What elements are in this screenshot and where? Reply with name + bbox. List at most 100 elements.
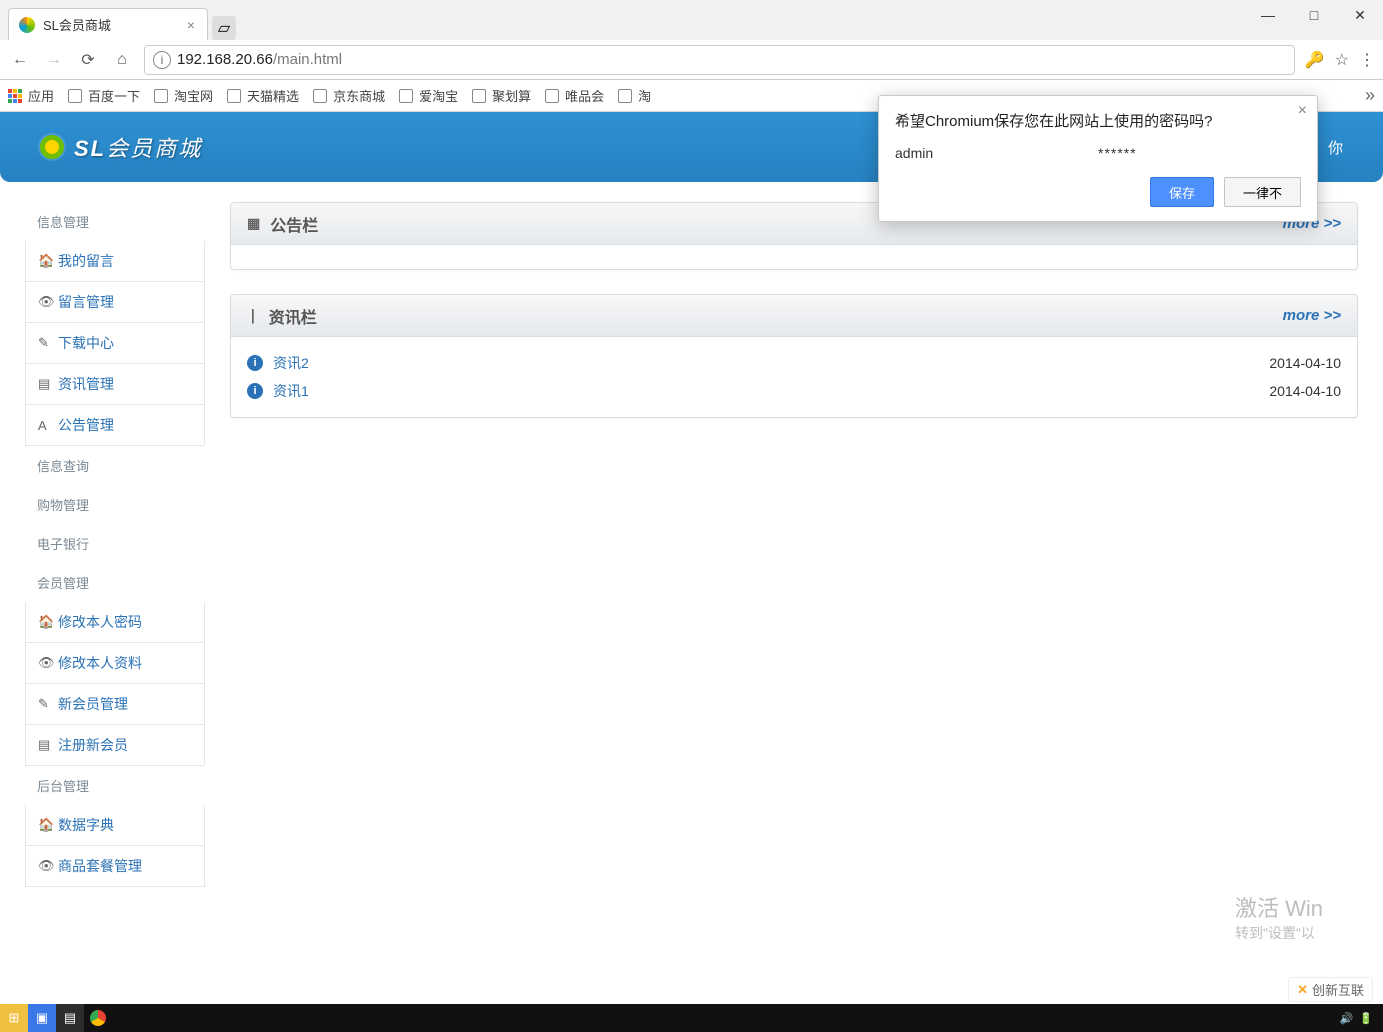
- tray-icon[interactable]: 🔊: [1340, 1012, 1354, 1025]
- sidebar-item[interactable]: ✎新会员管理: [25, 684, 205, 725]
- page-icon: [618, 89, 632, 103]
- url-host: 192.168.20.66: [177, 51, 273, 68]
- taskbar-app-icon[interactable]: ▤: [56, 1004, 84, 1032]
- logo-icon: [40, 135, 64, 159]
- page-icon: [154, 89, 168, 103]
- bookmark-item[interactable]: 百度一下: [68, 86, 140, 105]
- logo-text: SL会员商城: [74, 131, 202, 163]
- sidebar-item-icon: 👁: [38, 858, 52, 874]
- popup-close-icon[interactable]: ×: [1298, 102, 1307, 120]
- window-close-button[interactable]: ✕: [1337, 0, 1383, 30]
- tray-icon[interactable]: 🔋: [1359, 1012, 1373, 1025]
- sidebar-item[interactable]: 🏠我的留言: [25, 241, 205, 282]
- bookmark-item[interactable]: 淘: [618, 86, 651, 105]
- sidebar-item[interactable]: ▤ 注册新会员: [25, 725, 205, 766]
- bookmark-item[interactable]: 淘宝网: [154, 86, 213, 105]
- page-icon: [545, 89, 559, 103]
- save-password-button[interactable]: 保存: [1150, 177, 1214, 207]
- sidebar-group-title: 购物管理: [25, 485, 205, 524]
- sidebar-item-label: 注册新会员: [58, 735, 128, 755]
- bookmark-star-icon[interactable]: ☆: [1335, 50, 1349, 70]
- never-save-button[interactable]: 一律不: [1224, 177, 1301, 207]
- sidebar-item-icon: 👁: [38, 294, 52, 310]
- taskbar: ⊞ ▣ ▤ 🔊 🔋: [0, 1004, 1383, 1032]
- browser-menu-icon[interactable]: ⋮: [1359, 50, 1375, 70]
- brand-badge: ✕ 创新互联: [1288, 977, 1373, 1002]
- save-password-popup: × 希望Chromium保存您在此网站上使用的密码吗? admin ******…: [878, 95, 1318, 222]
- site-logo[interactable]: SL会员商城: [40, 131, 202, 163]
- sidebar-item-label: 我的留言: [58, 251, 114, 271]
- tab-title: SL会员商城: [43, 15, 185, 34]
- panel-body: i资讯22014-04-10i资讯12014-04-10: [231, 337, 1357, 417]
- news-link[interactable]: 资讯2: [273, 353, 309, 373]
- bookmark-item[interactable]: 唯品会: [545, 86, 604, 105]
- bookmark-label: 聚划算: [492, 86, 531, 105]
- window-minimize-button[interactable]: —: [1245, 0, 1291, 30]
- sidebar-group-title: 信息管理: [25, 202, 205, 241]
- sidebar-item-label: 资讯管理: [58, 374, 114, 394]
- info-icon: i: [247, 383, 263, 399]
- forward-button: →: [42, 51, 66, 69]
- main-area: ▦ 公告栏 more >> ❘ 资讯栏 more >> i资讯22014-04-…: [230, 202, 1358, 887]
- reload-button[interactable]: ⟳: [76, 50, 100, 70]
- bookmark-item[interactable]: 爱淘宝: [399, 86, 458, 105]
- apps-label: 应用: [28, 86, 54, 105]
- sidebar-item-icon: 🏠: [38, 817, 52, 833]
- favicon-icon: [19, 17, 35, 33]
- grid-icon: ▦: [247, 215, 260, 232]
- sidebar-item[interactable]: 🏠修改本人密码: [25, 602, 205, 643]
- page-icon: [227, 89, 241, 103]
- taskbar-app-icon[interactable]: ▣: [28, 1004, 56, 1032]
- bookmark-label: 爱淘宝: [419, 86, 458, 105]
- window-maximize-button[interactable]: □: [1291, 0, 1337, 30]
- bookmark-label: 淘: [638, 86, 651, 105]
- sidebar-item[interactable]: ✎下载中心: [25, 323, 205, 364]
- brand-icon: ✕: [1297, 982, 1308, 998]
- new-tab-button[interactable]: ▱: [212, 16, 236, 40]
- bookmark-item[interactable]: 聚划算: [472, 86, 531, 105]
- sidebar-group-title: 会员管理: [25, 563, 205, 602]
- apps-button[interactable]: 应用: [8, 86, 54, 105]
- tab-strip: SL会员商城 × ▱: [0, 0, 1383, 40]
- info-icon: i: [247, 355, 263, 371]
- bookmark-item[interactable]: 京东商城: [313, 86, 385, 105]
- page-content: SL会员商城 你 信息管理🏠我的留言👁留言管理✎下载中心▤资讯管理A公告管理信息…: [0, 112, 1383, 1032]
- sidebar-item-label: 商品套餐管理: [58, 856, 142, 876]
- news-link[interactable]: 资讯1: [273, 381, 309, 401]
- apps-icon: [8, 89, 22, 103]
- page-icon: [68, 89, 82, 103]
- sidebar-item[interactable]: 👁 修改本人资料: [25, 643, 205, 684]
- sidebar-item[interactable]: 👁留言管理: [25, 282, 205, 323]
- sidebar-item[interactable]: A公告管理: [25, 405, 205, 446]
- sidebar-item[interactable]: 🏠 数据字典: [25, 805, 205, 846]
- bookmark-item[interactable]: 天猫精选: [227, 86, 299, 105]
- taskbar-app-icon[interactable]: ⊞: [0, 1004, 28, 1032]
- back-button[interactable]: ←: [8, 51, 32, 69]
- password-key-icon[interactable]: 🔑: [1305, 50, 1325, 70]
- address-bar[interactable]: i 192.168.20.66/main.html: [144, 45, 1295, 75]
- sidebar-item-label: 数据字典: [58, 815, 114, 835]
- news-row: i资讯12014-04-10: [247, 377, 1341, 405]
- browser-tab[interactable]: SL会员商城 ×: [8, 8, 208, 40]
- panel-title: 资讯栏: [269, 304, 317, 328]
- bookmark-label: 百度一下: [88, 86, 140, 105]
- bookmark-label: 唯品会: [565, 86, 604, 105]
- sidebar-item-icon: ▤: [38, 737, 52, 753]
- tab-close-icon[interactable]: ×: [185, 17, 197, 33]
- taskbar-chrome-icon[interactable]: [84, 1004, 112, 1032]
- sidebar-item[interactable]: ▤ 资讯管理: [25, 364, 205, 405]
- more-link[interactable]: more >>: [1283, 307, 1341, 324]
- sidebar-item-label: 修改本人资料: [58, 653, 142, 673]
- home-button[interactable]: ⌂: [110, 51, 134, 69]
- news-row: i资讯22014-04-10: [247, 349, 1341, 377]
- page-icon: [472, 89, 486, 103]
- bookmarks-overflow-icon[interactable]: »: [1365, 85, 1375, 106]
- sidebar-group-title: 后台管理: [25, 766, 205, 805]
- sidebar-item[interactable]: 👁 商品套餐管理: [25, 846, 205, 887]
- sidebar-item-icon: ▤: [38, 376, 52, 392]
- popup-password: ******: [1098, 145, 1301, 161]
- sidebar-item-icon: 👁: [38, 655, 52, 671]
- page-icon: [313, 89, 327, 103]
- sidebar: 信息管理🏠我的留言👁留言管理✎下载中心▤资讯管理A公告管理信息查询购物管理电子银…: [25, 202, 205, 887]
- site-info-icon[interactable]: i: [153, 51, 171, 69]
